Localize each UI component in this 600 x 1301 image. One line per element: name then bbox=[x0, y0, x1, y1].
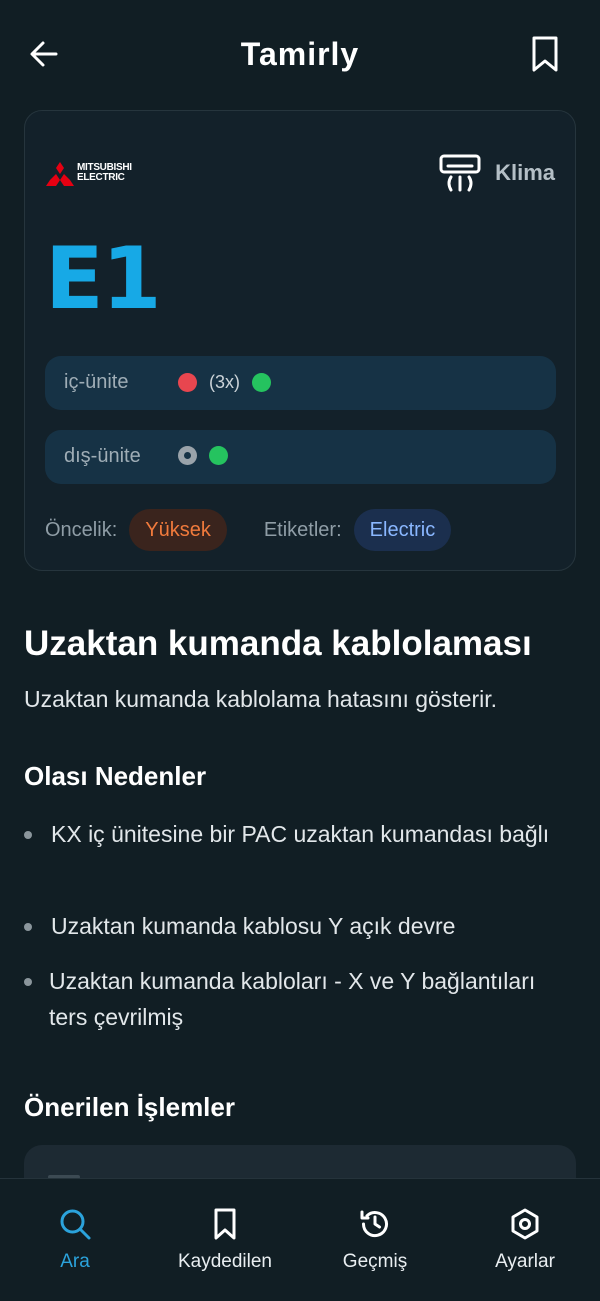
nav-item-settings[interactable]: Ayarlar bbox=[450, 1207, 600, 1273]
outdoor-led-indicators bbox=[178, 446, 228, 465]
search-icon bbox=[60, 1209, 91, 1240]
nav-label: Geçmiş bbox=[342, 1251, 408, 1272]
category: Klima bbox=[439, 151, 555, 195]
air-conditioner-icon bbox=[439, 154, 481, 192]
green-led-icon bbox=[252, 373, 271, 392]
red-led-icon bbox=[178, 373, 197, 392]
actions-heading: Önerilen İşlemler bbox=[24, 1092, 235, 1122]
error-title: Uzaktan kumanda kablolaması bbox=[24, 624, 532, 663]
green-led-icon bbox=[209, 446, 228, 465]
brand-logo: MITSUBISHI ELECTRIC bbox=[45, 161, 135, 189]
top-app-bar: Tamirly bbox=[0, 0, 600, 110]
brand-name: MITSUBISHI ELECTRIC bbox=[77, 162, 132, 183]
error-description: Uzaktan kumanda kablolama hatasını göste… bbox=[24, 686, 498, 712]
nav-label: Ayarlar bbox=[495, 1251, 555, 1272]
history-icon bbox=[360, 1210, 388, 1238]
nav-item-history[interactable]: Geçmiş bbox=[300, 1207, 450, 1273]
causes-heading: Olası Nedenler bbox=[24, 761, 207, 791]
outdoor-unit-label: dış-ünite bbox=[64, 445, 141, 467]
off-led-icon bbox=[178, 446, 197, 465]
bullet-icon bbox=[24, 978, 32, 986]
tags-label: Etiketler: bbox=[263, 518, 342, 541]
error-code: E1 bbox=[45, 229, 162, 329]
error-code-card: MITSUBISHI ELECTRIC Klima E1 iç-ünite (3… bbox=[24, 110, 576, 571]
tag-chip[interactable]: Electric bbox=[353, 509, 452, 551]
nav-label: Kaydedilen bbox=[177, 1251, 273, 1272]
meta-row: Öncelik: Yüksek Etiketler: Electric bbox=[45, 509, 452, 551]
nav-item-search[interactable]: Ara bbox=[0, 1207, 150, 1273]
mitsubishi-diamonds-icon bbox=[46, 162, 74, 186]
app-title: Tamirly bbox=[240, 36, 360, 72]
bookmark-button[interactable] bbox=[526, 34, 564, 74]
outdoor-unit-row: dış-ünite bbox=[45, 430, 556, 484]
indoor-unit-row: iç-ünite (3x) bbox=[45, 356, 556, 410]
priority-label: Öncelik: bbox=[45, 518, 118, 541]
bookmark-icon bbox=[214, 1208, 236, 1240]
nav-item-saved[interactable]: Kaydedilen bbox=[150, 1207, 300, 1273]
bookmark-icon bbox=[532, 36, 558, 72]
bottom-navigation: Ara Kaydedilen Geçmiş Ayarlar bbox=[0, 1178, 600, 1301]
settings-icon bbox=[511, 1208, 539, 1240]
priority-badge: Yüksek bbox=[129, 509, 227, 551]
bullet-icon bbox=[24, 831, 32, 839]
blink-count: (3x) bbox=[209, 372, 240, 392]
indoor-led-indicators: (3x) bbox=[178, 372, 271, 393]
category-label: Klima bbox=[495, 160, 555, 185]
bullet-icon bbox=[24, 923, 32, 931]
indoor-unit-label: iç-ünite bbox=[64, 371, 129, 393]
nav-label: Ara bbox=[60, 1251, 90, 1272]
